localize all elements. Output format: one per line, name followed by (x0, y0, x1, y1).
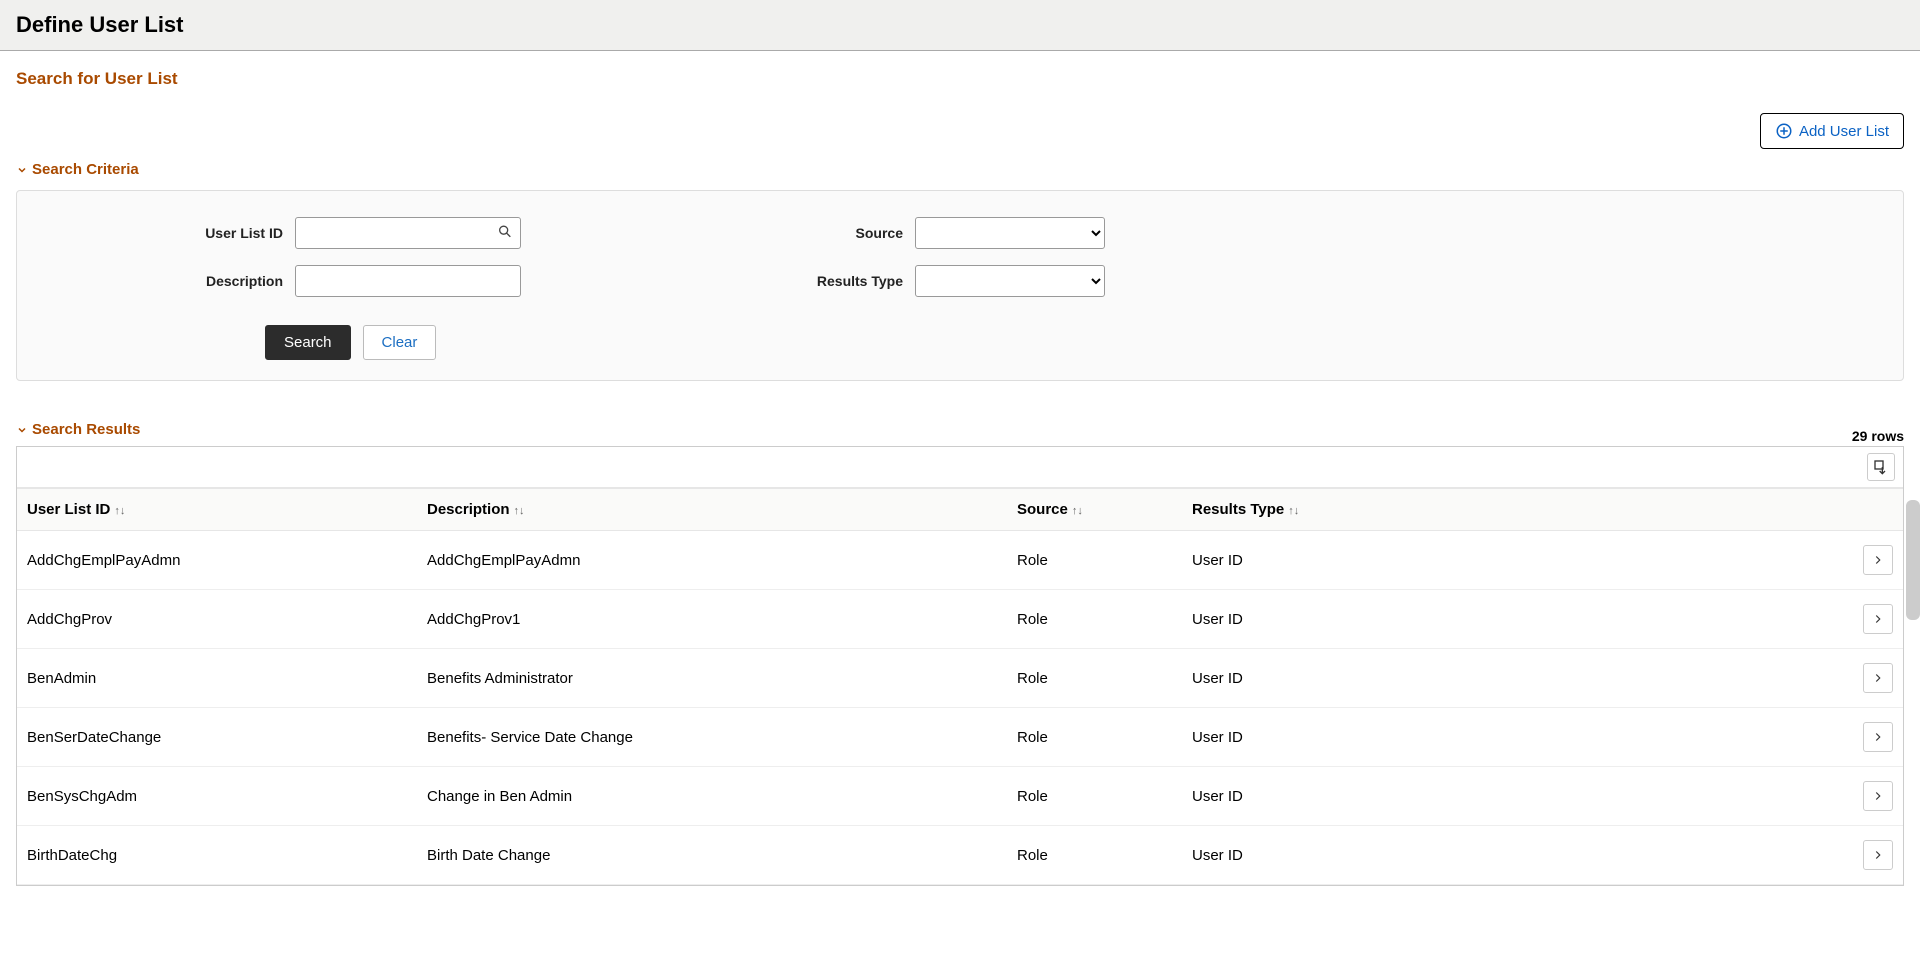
source-label: Source (665, 225, 915, 241)
cell-results-type: User ID (1182, 531, 1853, 590)
table-row: AddChgProvAddChgProv1RoleUser ID (17, 590, 1903, 649)
lookup-icon[interactable] (497, 224, 513, 243)
page-header: Define User List (0, 0, 1920, 51)
plus-circle-icon (1775, 122, 1793, 140)
cell-source: Role (1007, 767, 1182, 826)
results-grid: User List ID↑↓ Description↑↓ Source↑↓ Re… (16, 446, 1904, 886)
row-detail-button[interactable] (1863, 840, 1893, 870)
sort-icon: ↑↓ (114, 505, 125, 517)
description-field: Description (45, 265, 625, 297)
row-detail-button[interactable] (1863, 722, 1893, 752)
grid-toolbar (17, 447, 1903, 488)
sort-icon: ↑↓ (514, 505, 525, 517)
table-row: BenSerDateChangeBenefits- Service Date C… (17, 708, 1903, 767)
chevron-down-icon (16, 164, 28, 176)
search-results-label: Search Results (32, 421, 140, 438)
cell-results-type: User ID (1182, 767, 1853, 826)
chevron-down-icon (16, 424, 28, 436)
cell-results-type: User ID (1182, 826, 1853, 885)
source-field: Source (665, 217, 1245, 249)
table-row: AddChgEmplPayAdmnAddChgEmplPayAdmnRoleUs… (17, 531, 1903, 590)
results-type-field: Results Type (665, 265, 1245, 297)
table-row: BirthDateChgBirth Date ChangeRoleUser ID (17, 826, 1903, 885)
cell-user-list-id: AddChgProv (17, 590, 417, 649)
add-user-list-button[interactable]: Add User List (1760, 113, 1904, 149)
sort-icon: ↑↓ (1288, 505, 1299, 517)
row-detail-button[interactable] (1863, 781, 1893, 811)
cell-description: Birth Date Change (417, 826, 1007, 885)
grid-settings-icon (1873, 459, 1889, 475)
col-description[interactable]: Description↑↓ (417, 489, 1007, 531)
chevron-right-icon (1871, 671, 1885, 685)
cell-user-list-id: BenSysChgAdm (17, 767, 417, 826)
search-criteria-label: Search Criteria (32, 161, 139, 178)
col-action (1853, 489, 1903, 531)
row-count: 29 rows (1852, 428, 1904, 444)
cell-source: Role (1007, 590, 1182, 649)
col-source[interactable]: Source↑↓ (1007, 489, 1182, 531)
cell-source: Role (1007, 649, 1182, 708)
page-subtitle: Search for User List (16, 69, 1904, 89)
page-title: Define User List (16, 12, 1904, 38)
table-row: BenSysChgAdmChange in Ben AdminRoleUser … (17, 767, 1903, 826)
search-criteria-toggle[interactable]: Search Criteria (16, 161, 139, 178)
cell-description: Benefits- Service Date Change (417, 708, 1007, 767)
chevron-right-icon (1871, 553, 1885, 567)
cell-user-list-id: BenSerDateChange (17, 708, 417, 767)
results-type-select[interactable] (915, 265, 1105, 297)
chevron-right-icon (1871, 730, 1885, 744)
grid-personalize-button[interactable] (1867, 453, 1895, 481)
search-results-toggle[interactable]: Search Results (16, 421, 140, 438)
clear-button[interactable]: Clear (363, 325, 437, 360)
description-label: Description (45, 273, 295, 289)
content-area: Search for User List Add User List Searc… (0, 51, 1920, 898)
cell-source: Role (1007, 531, 1182, 590)
cell-source: Role (1007, 826, 1182, 885)
sort-icon: ↑↓ (1072, 505, 1083, 517)
vertical-scrollbar[interactable] (1906, 500, 1920, 620)
cell-description: Benefits Administrator (417, 649, 1007, 708)
user-list-id-label: User List ID (45, 225, 295, 241)
cell-source: Role (1007, 708, 1182, 767)
col-results-type[interactable]: Results Type↑↓ (1182, 489, 1853, 531)
cell-results-type: User ID (1182, 590, 1853, 649)
cell-user-list-id: BenAdmin (17, 649, 417, 708)
cell-description: AddChgProv1 (417, 590, 1007, 649)
chevron-right-icon (1871, 789, 1885, 803)
results-type-label: Results Type (665, 273, 915, 289)
search-icon (497, 224, 513, 240)
cell-user-list-id: AddChgEmplPayAdmn (17, 531, 417, 590)
description-input[interactable] (295, 265, 521, 297)
results-table: User List ID↑↓ Description↑↓ Source↑↓ Re… (17, 488, 1903, 885)
user-list-id-field: User List ID (45, 217, 625, 249)
cell-results-type: User ID (1182, 649, 1853, 708)
add-button-row: Add User List (16, 113, 1904, 149)
table-row: BenAdminBenefits AdministratorRoleUser I… (17, 649, 1903, 708)
col-user-list-id[interactable]: User List ID↑↓ (17, 489, 417, 531)
user-list-id-input[interactable] (295, 217, 521, 249)
row-detail-button[interactable] (1863, 604, 1893, 634)
chevron-right-icon (1871, 612, 1885, 626)
cell-user-list-id: BirthDateChg (17, 826, 417, 885)
cell-description: AddChgEmplPayAdmn (417, 531, 1007, 590)
chevron-right-icon (1871, 848, 1885, 862)
cell-results-type: User ID (1182, 708, 1853, 767)
search-criteria-panel: User List ID Source Description Results … (16, 190, 1904, 381)
row-detail-button[interactable] (1863, 663, 1893, 693)
cell-description: Change in Ben Admin (417, 767, 1007, 826)
search-button[interactable]: Search (265, 325, 351, 360)
source-select[interactable] (915, 217, 1105, 249)
row-detail-button[interactable] (1863, 545, 1893, 575)
add-user-list-label: Add User List (1799, 123, 1889, 140)
